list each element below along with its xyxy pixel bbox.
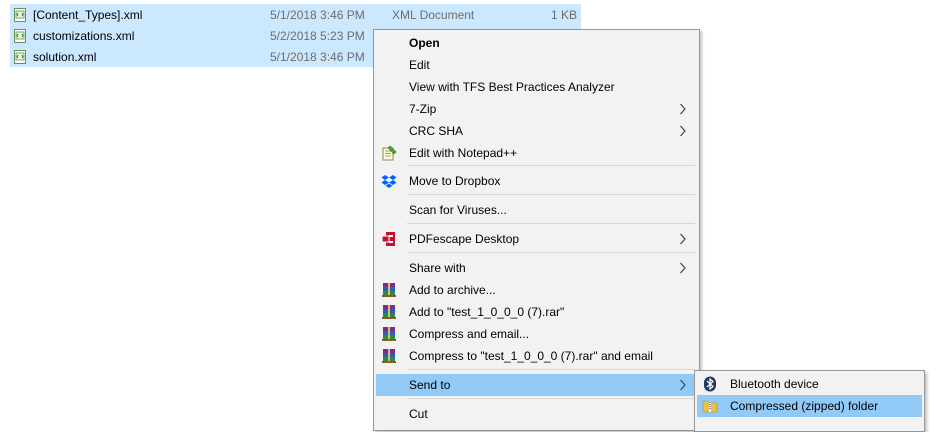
winrar-icon	[382, 349, 396, 363]
zip-folder-icon	[702, 400, 718, 413]
pdfescape-icon	[381, 232, 395, 246]
submenu-item-label: Compressed (zipped) folder	[730, 399, 879, 413]
menu-item-label: Scan for Viruses...	[409, 203, 507, 217]
file-name: [Content_Types].xml	[33, 7, 143, 22]
menu-separator	[407, 398, 695, 399]
winrar-icon	[382, 327, 396, 341]
menu-item-label: Compress to "test_1_0_0_0 (7).rar" and e…	[409, 349, 653, 363]
bluetooth-icon	[704, 376, 716, 392]
submenu-item-label: Bluetooth device	[730, 377, 819, 391]
menu-item-label: Add to archive...	[409, 283, 496, 297]
menu-item-label: Move to Dropbox	[409, 174, 501, 188]
menu-item-label: Share with	[409, 261, 466, 275]
xml-file-icon	[14, 7, 26, 22]
context-menu: Open Edit View with TFS Best Practices A…	[373, 29, 700, 431]
menu-item-view-tfs[interactable]: View with TFS Best Practices Analyzer	[376, 76, 697, 98]
file-name: solution.xml	[33, 49, 97, 64]
file-type: XML Document	[392, 7, 475, 22]
file-name: customizations.xml	[33, 28, 135, 43]
menu-item-label: Edit with Notepad++	[409, 146, 518, 160]
file-date: 5/1/2018 3:46 PM	[270, 7, 365, 22]
notepad-plus-plus-icon	[382, 145, 397, 161]
menu-item-move-to-dropbox[interactable]: Move to Dropbox	[376, 170, 697, 192]
menu-item-cut[interactable]: Cut	[376, 403, 697, 425]
submenu-item-compressed-folder[interactable]: Compressed (zipped) folder	[697, 395, 922, 417]
chevron-right-icon	[680, 103, 686, 115]
winrar-icon	[382, 305, 396, 319]
menu-item-label: Compress and email...	[409, 327, 530, 341]
menu-separator	[407, 369, 695, 370]
menu-item-send-to[interactable]: Send to	[376, 374, 697, 396]
menu-item-share-with[interactable]: Share with	[376, 257, 697, 279]
menu-item-7zip[interactable]: 7-Zip	[376, 98, 697, 120]
menu-separator	[407, 223, 695, 224]
file-row-content-types[interactable]: [Content_Types].xml 5/1/2018 3:46 PM XML…	[10, 4, 581, 25]
send-to-submenu: Bluetooth device Compressed (zipped) fol…	[694, 370, 925, 432]
menu-item-label: PDFescape Desktop	[409, 232, 520, 246]
menu-separator	[407, 165, 695, 166]
menu-item-label: Add to "test_1_0_0_0 (7).rar"	[409, 305, 565, 319]
xml-file-icon	[14, 49, 26, 64]
menu-item-label: Send to	[409, 378, 451, 392]
xml-file-icon	[14, 28, 26, 43]
menu-item-label: Edit	[409, 58, 430, 72]
menu-item-crc-sha[interactable]: CRC SHA	[376, 120, 697, 142]
menu-item-label: 7-Zip	[409, 102, 437, 116]
chevron-right-icon	[680, 262, 686, 274]
submenu-item-bluetooth[interactable]: Bluetooth device	[697, 373, 922, 395]
menu-item-edit[interactable]: Edit	[376, 54, 697, 76]
file-date: 5/2/2018 5:23 PM	[270, 28, 365, 43]
menu-item-compress-to-rar-and-email[interactable]: Compress to "test_1_0_0_0 (7).rar" and e…	[376, 345, 697, 367]
menu-item-scan-for-viruses[interactable]: Scan for Viruses...	[376, 199, 697, 221]
menu-item-label: Open	[409, 36, 440, 50]
menu-item-open[interactable]: Open	[376, 32, 697, 54]
menu-item-label: View with TFS Best Practices Analyzer	[409, 80, 615, 94]
dropbox-icon	[381, 175, 397, 188]
file-size: 1 KB	[550, 7, 577, 22]
chevron-right-icon	[680, 379, 686, 391]
menu-item-label: CRC SHA	[409, 124, 464, 138]
menu-item-pdfescape[interactable]: PDFescape Desktop	[376, 228, 697, 250]
menu-separator	[407, 194, 695, 195]
winrar-icon	[382, 283, 396, 297]
menu-item-compress-and-email[interactable]: Compress and email...	[376, 323, 697, 345]
menu-item-add-to-rar[interactable]: Add to "test_1_0_0_0 (7).rar"	[376, 301, 697, 323]
menu-item-notepad-plus-plus[interactable]: Edit with Notepad++	[376, 142, 697, 164]
chevron-right-icon	[680, 125, 686, 137]
menu-separator	[407, 252, 695, 253]
chevron-right-icon	[680, 233, 686, 245]
file-date: 5/1/2018 3:46 PM	[270, 49, 365, 64]
menu-item-add-to-archive[interactable]: Add to archive...	[376, 279, 697, 301]
